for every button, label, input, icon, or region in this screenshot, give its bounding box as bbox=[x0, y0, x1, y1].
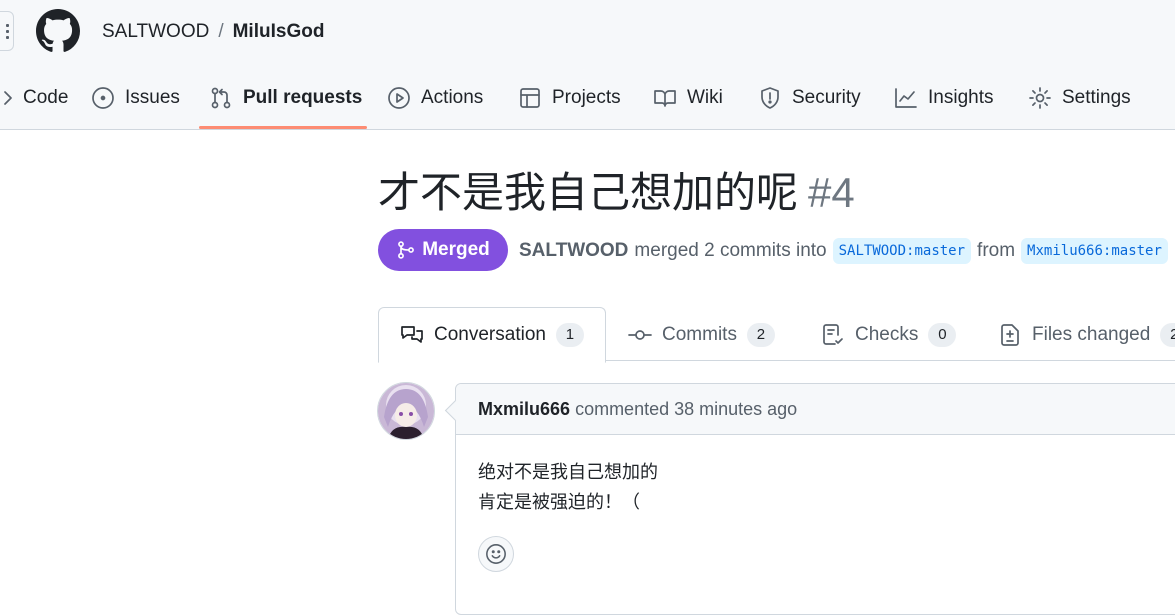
nav-tab-label: Security bbox=[792, 87, 861, 108]
pr-merge-summary: SALTWOOD merged 2 commits into SALTWOOD:… bbox=[519, 238, 1174, 264]
comment-author-link[interactable]: Mxmilu666 bbox=[478, 399, 570, 419]
nav-tab-label: Insights bbox=[928, 87, 994, 108]
comment-header: Mxmilu666 commented 38 minutes ago bbox=[444, 384, 1175, 435]
git-commit-icon bbox=[628, 330, 652, 340]
nav-tab-actions[interactable]: Actions bbox=[387, 80, 483, 116]
comment-card: Mxmilu666 commented 38 minutes ago 绝对不是我… bbox=[444, 383, 1175, 615]
code-icon bbox=[4, 91, 12, 105]
base-branch[interactable]: SALTWOOD:master bbox=[832, 238, 972, 264]
github-logo-icon[interactable] bbox=[36, 9, 80, 53]
gear-icon bbox=[1029, 87, 1051, 109]
nav-tab-label: Settings bbox=[1062, 87, 1131, 108]
nav-tab-label: Pull requests bbox=[243, 87, 363, 108]
nav-tab-insights[interactable]: Insights bbox=[894, 80, 993, 116]
graph-icon bbox=[895, 88, 917, 108]
tab-files-changed[interactable]: Files changed 2 bbox=[998, 321, 1175, 349]
repo-name-link[interactable]: MiluIsGod bbox=[233, 21, 325, 42]
tab-label: Checks bbox=[855, 324, 919, 345]
issue-icon bbox=[92, 87, 114, 109]
merged-status-badge: Merged bbox=[378, 229, 508, 271]
comment-discussion-icon bbox=[401, 326, 423, 343]
nav-tab-projects[interactable]: Projects bbox=[518, 80, 621, 116]
pr-title-text: 才不是我自己想加的呢 bbox=[378, 168, 799, 217]
nav-tab-pull-requests[interactable]: Pull requests bbox=[209, 80, 362, 116]
nav-tab-label: Actions bbox=[421, 87, 484, 108]
smiley-icon bbox=[486, 544, 506, 564]
nav-tab-code[interactable]: Code bbox=[0, 80, 68, 116]
tab-counter: 0 bbox=[928, 323, 957, 347]
repo-owner-link[interactable]: SALTWOOD bbox=[102, 21, 209, 42]
from-text: from bbox=[977, 240, 1016, 261]
tab-commits[interactable]: Commits 2 bbox=[628, 321, 775, 349]
hamburger-menu-button[interactable] bbox=[0, 11, 14, 51]
comment-line: 绝对不是我自己想加的 bbox=[478, 462, 658, 483]
checklist-icon bbox=[823, 324, 843, 345]
comment-body: 绝对不是我自己想加的 肯定是被强迫的！（ bbox=[478, 458, 658, 518]
breadcrumb: SALTWOOD / MiluIsGod bbox=[102, 21, 324, 43]
nav-tab-wiki[interactable]: Wiki bbox=[653, 80, 723, 116]
table-icon bbox=[520, 88, 540, 108]
head-branch[interactable]: Mxmilu666:master bbox=[1021, 238, 1168, 264]
play-icon bbox=[388, 87, 410, 109]
nav-tab-label: Issues bbox=[125, 87, 180, 108]
nav-tab-issues[interactable]: Issues bbox=[91, 80, 180, 116]
merged-commits-text: merged 2 commits into bbox=[634, 240, 827, 261]
pull-request-icon bbox=[211, 87, 231, 109]
add-reaction-button[interactable] bbox=[478, 536, 514, 572]
comment-line: 肯定是被强迫的！（ bbox=[478, 492, 640, 513]
avatar-image bbox=[378, 383, 434, 439]
tab-counter: 2 bbox=[746, 323, 775, 347]
comment-arrow bbox=[444, 399, 467, 422]
nav-tab-settings[interactable]: Settings bbox=[1028, 80, 1131, 116]
file-diff-icon bbox=[1001, 324, 1019, 346]
tab-counter: 2 bbox=[1160, 323, 1175, 347]
tab-conversation[interactable]: Conversation 1 bbox=[400, 321, 584, 349]
pr-title: 才不是我自己想加的呢 #4 bbox=[378, 163, 855, 223]
tab-label: Conversation bbox=[434, 324, 546, 345]
nav-tab-label: Code bbox=[23, 87, 69, 108]
tab-counter: 1 bbox=[555, 323, 584, 347]
nav-tab-label: Wiki bbox=[687, 87, 723, 108]
active-tab-underline bbox=[199, 126, 367, 129]
merged-status-label: Merged bbox=[422, 239, 490, 260]
nav-tab-label: Projects bbox=[552, 87, 621, 108]
shield-icon bbox=[761, 87, 779, 109]
nav-tab-security[interactable]: Security bbox=[758, 80, 861, 116]
breadcrumb-separator: / bbox=[218, 21, 224, 42]
comment-timestamp[interactable]: commented 38 minutes ago bbox=[575, 399, 797, 419]
tab-checks[interactable]: Checks 0 bbox=[821, 321, 957, 349]
commenter-avatar[interactable] bbox=[377, 382, 435, 440]
tab-label: Files changed bbox=[1032, 324, 1151, 345]
git-merge-icon bbox=[398, 241, 415, 259]
comment-meta: Mxmilu666 commented 38 minutes ago bbox=[478, 399, 797, 420]
book-icon bbox=[654, 90, 676, 107]
pr-number: #4 bbox=[808, 169, 855, 216]
tab-label: Commits bbox=[662, 324, 737, 345]
merger-link[interactable]: SALTWOOD bbox=[519, 240, 628, 262]
repo-header: SALTWOOD / MiluIsGod Code Issues Pull requ… bbox=[0, 0, 1175, 130]
